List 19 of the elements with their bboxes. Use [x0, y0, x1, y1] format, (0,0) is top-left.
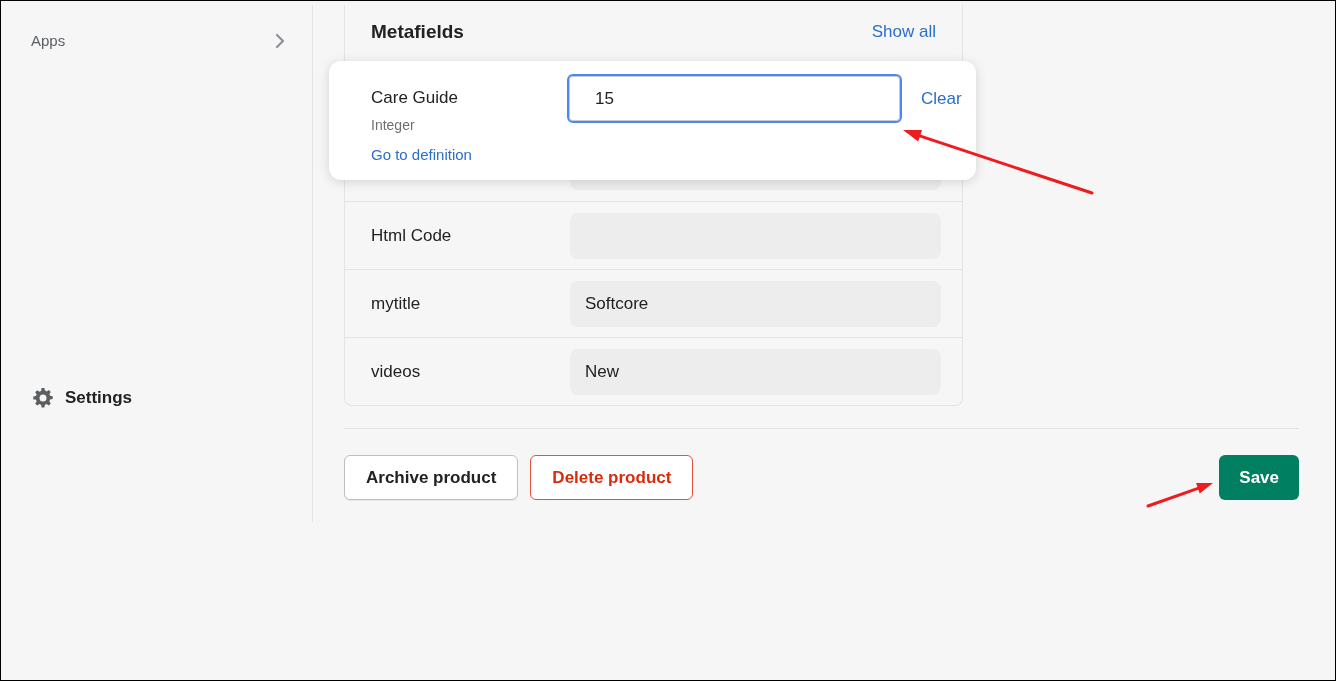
- input-field[interactable]: New: [570, 348, 941, 395]
- archive-button[interactable]: Archive product: [344, 455, 519, 500]
- show-all-link[interactable]: Show all: [871, 20, 936, 44]
- chevron-right-icon: [275, 33, 285, 49]
- sidebar-item[interactable]: Settings: [1, 378, 312, 418]
- clear-link[interactable]: Clear: [921, 87, 962, 111]
- card-title: Metafields: [371, 20, 464, 44]
- value-field[interactable]: 15: [567, 74, 902, 123]
- metafield-name: videos: [371, 360, 422, 383]
- metafield-type: Integer: [371, 116, 416, 135]
- input-field[interactable]: Softcore: [570, 280, 941, 327]
- metafield-name: mytitle: [371, 292, 422, 315]
- delete-button[interactable]: Delete product: [530, 455, 694, 500]
- save-button[interactable]: Save: [1219, 455, 1299, 500]
- sidebar-item[interactable]: Apps: [1, 21, 312, 61]
- metafield-name: Html Code: [371, 224, 453, 247]
- gear-icon: [33, 388, 53, 408]
- definition-link[interactable]: Go to definition: [371, 145, 472, 165]
- metafield-name: Care Guide: [371, 87, 459, 109]
